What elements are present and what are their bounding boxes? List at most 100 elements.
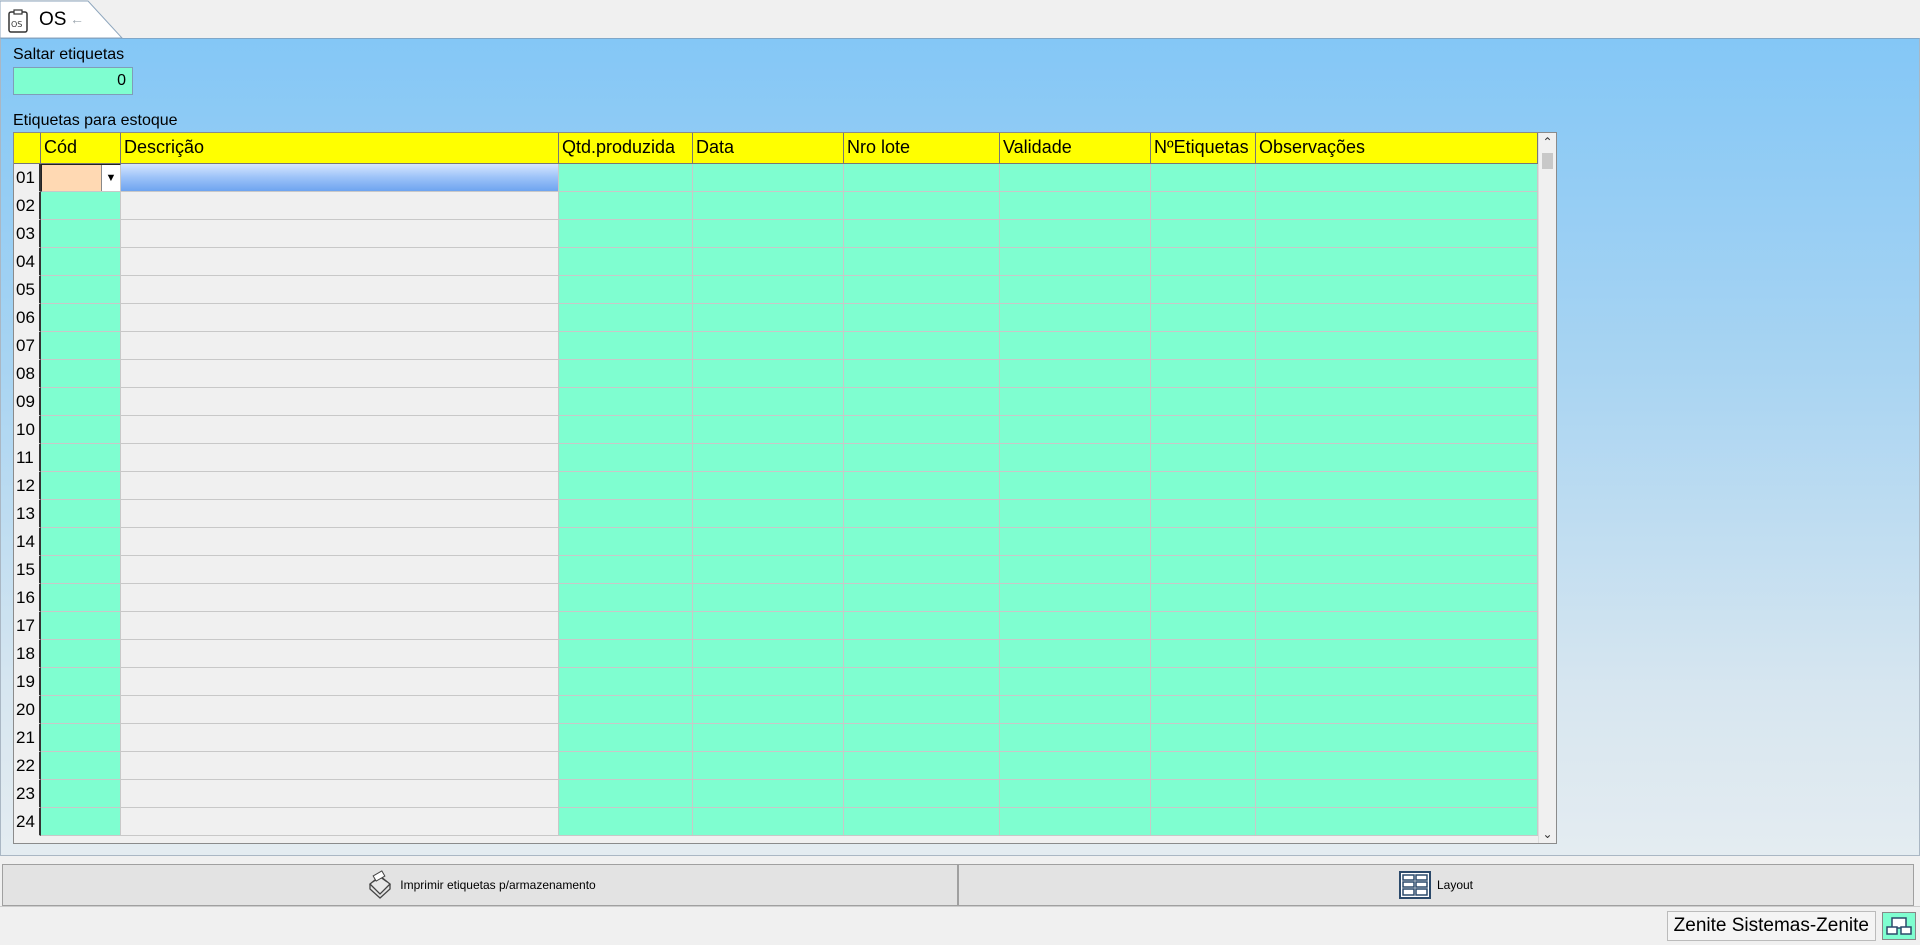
cell-cod[interactable]	[41, 332, 121, 360]
cell-validade[interactable]	[1000, 472, 1151, 500]
cell-netiquetas[interactable]	[1151, 472, 1256, 500]
cell-qtd[interactable]	[559, 556, 693, 584]
cell-descricao[interactable]	[121, 220, 559, 248]
cell-netiquetas[interactable]	[1151, 780, 1256, 808]
cell-qtd[interactable]	[559, 304, 693, 332]
cell-data[interactable]	[693, 808, 844, 836]
cell-descricao[interactable]	[121, 416, 559, 444]
cell-descricao[interactable]	[121, 528, 559, 556]
etiquetas-grid[interactable]: ⌃ ⌄ Cód Descrição Qtd.produzida Data Nro lot…	[13, 132, 1557, 844]
cell-netiquetas[interactable]	[1151, 640, 1256, 668]
cell-lote[interactable]	[844, 528, 1000, 556]
column-header-netiquetas[interactable]: NºEtiquetas	[1151, 133, 1256, 164]
cell-validade[interactable]	[1000, 780, 1151, 808]
cell-descricao[interactable]	[121, 640, 559, 668]
cell-data[interactable]	[693, 500, 844, 528]
cell-cod[interactable]	[41, 696, 121, 724]
cell-descricao[interactable]	[121, 388, 559, 416]
cell-data[interactable]	[693, 276, 844, 304]
cell-lote[interactable]	[844, 304, 1000, 332]
cell-qtd[interactable]	[559, 164, 693, 192]
cell-qtd[interactable]	[559, 472, 693, 500]
cell-lote[interactable]	[844, 724, 1000, 752]
cell-validade[interactable]	[1000, 164, 1151, 192]
cell-lote[interactable]	[844, 500, 1000, 528]
cell-obs[interactable]	[1256, 332, 1538, 360]
column-header-data[interactable]: Data	[693, 133, 844, 164]
cell-descricao[interactable]	[121, 500, 559, 528]
cell-validade[interactable]	[1000, 248, 1151, 276]
cell-lote[interactable]	[844, 668, 1000, 696]
cell-data[interactable]	[693, 192, 844, 220]
cell-validade[interactable]	[1000, 332, 1151, 360]
cell-netiquetas[interactable]	[1151, 528, 1256, 556]
cell-cod[interactable]	[41, 780, 121, 808]
cell-data[interactable]	[693, 668, 844, 696]
cell-obs[interactable]	[1256, 556, 1538, 584]
cell-cod[interactable]	[41, 752, 121, 780]
cell-validade[interactable]	[1000, 640, 1151, 668]
cell-descricao[interactable]	[121, 556, 559, 584]
cell-netiquetas[interactable]	[1151, 696, 1256, 724]
cell-data[interactable]	[693, 556, 844, 584]
cell-obs[interactable]	[1256, 444, 1538, 472]
cell-lote[interactable]	[844, 388, 1000, 416]
cell-data[interactable]	[693, 752, 844, 780]
cell-descricao[interactable]	[121, 360, 559, 388]
cell-qtd[interactable]	[559, 500, 693, 528]
cell-data[interactable]	[693, 528, 844, 556]
cell-obs[interactable]	[1256, 780, 1538, 808]
cell-validade[interactable]	[1000, 276, 1151, 304]
cell-netiquetas[interactable]	[1151, 556, 1256, 584]
cell-descricao[interactable]	[121, 752, 559, 780]
cell-obs[interactable]	[1256, 164, 1538, 192]
cell-cod[interactable]	[41, 416, 121, 444]
cell-qtd[interactable]	[559, 220, 693, 248]
cell-netiquetas[interactable]	[1151, 220, 1256, 248]
scroll-up-icon[interactable]: ⌃	[1539, 133, 1556, 151]
cell-obs[interactable]	[1256, 388, 1538, 416]
cell-obs[interactable]	[1256, 248, 1538, 276]
cell-validade[interactable]	[1000, 724, 1151, 752]
cell-lote[interactable]	[844, 416, 1000, 444]
cell-obs[interactable]	[1256, 584, 1538, 612]
cell-data[interactable]	[693, 696, 844, 724]
cell-netiquetas[interactable]	[1151, 668, 1256, 696]
cell-lote[interactable]	[844, 808, 1000, 836]
cell-obs[interactable]	[1256, 416, 1538, 444]
cell-descricao[interactable]	[121, 472, 559, 500]
cell-cod[interactable]	[41, 808, 121, 836]
cell-netiquetas[interactable]	[1151, 724, 1256, 752]
cell-validade[interactable]	[1000, 752, 1151, 780]
cell-qtd[interactable]	[559, 276, 693, 304]
cell-obs[interactable]	[1256, 192, 1538, 220]
cell-netiquetas[interactable]	[1151, 276, 1256, 304]
cell-qtd[interactable]	[559, 248, 693, 276]
cell-netiquetas[interactable]	[1151, 388, 1256, 416]
cell-cod[interactable]	[41, 612, 121, 640]
cell-qtd[interactable]	[559, 668, 693, 696]
cell-qtd[interactable]	[559, 360, 693, 388]
cell-obs[interactable]	[1256, 500, 1538, 528]
cell-lote[interactable]	[844, 696, 1000, 724]
cell-validade[interactable]	[1000, 500, 1151, 528]
chevron-down-icon[interactable]: ▼	[101, 165, 120, 191]
cell-qtd[interactable]	[559, 416, 693, 444]
cell-netiquetas[interactable]	[1151, 612, 1256, 640]
cell-netiquetas[interactable]	[1151, 416, 1256, 444]
cell-netiquetas[interactable]	[1151, 808, 1256, 836]
cell-obs[interactable]	[1256, 752, 1538, 780]
cell-data[interactable]	[693, 472, 844, 500]
cell-cod[interactable]	[41, 220, 121, 248]
cell-validade[interactable]	[1000, 584, 1151, 612]
cell-validade[interactable]	[1000, 696, 1151, 724]
cell-data[interactable]	[693, 780, 844, 808]
cell-cod[interactable]	[41, 304, 121, 332]
cell-descricao[interactable]	[121, 780, 559, 808]
cell-data[interactable]	[693, 388, 844, 416]
cell-data[interactable]	[693, 360, 844, 388]
cell-obs[interactable]	[1256, 220, 1538, 248]
cell-data[interactable]	[693, 584, 844, 612]
cell-qtd[interactable]	[559, 192, 693, 220]
cell-obs[interactable]	[1256, 472, 1538, 500]
